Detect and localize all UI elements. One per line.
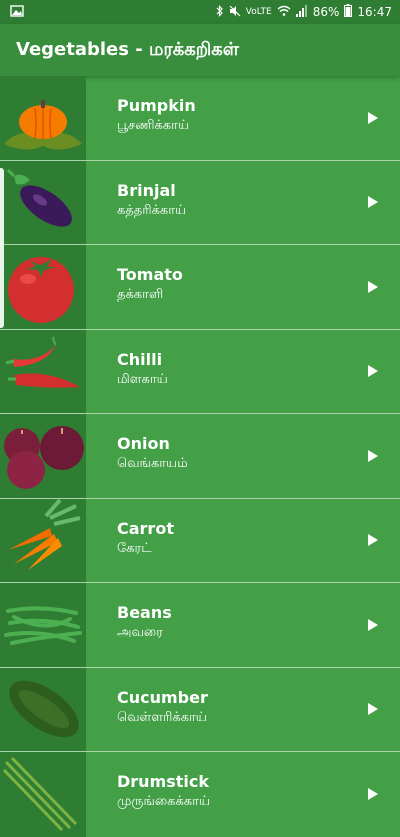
cucumber-image bbox=[0, 667, 86, 751]
list-item-brinjal[interactable]: Brinjal கத்தரிக்காய் bbox=[0, 160, 400, 245]
clock: 16:47 bbox=[357, 5, 392, 19]
image-icon bbox=[10, 4, 24, 20]
item-name-en: Onion bbox=[117, 434, 170, 453]
mute-icon bbox=[229, 5, 241, 20]
brinjal-image bbox=[0, 160, 86, 244]
onion-image bbox=[0, 414, 86, 498]
item-name-en: Cucumber bbox=[117, 687, 208, 707]
volte-icon: VoLTE bbox=[245, 6, 272, 17]
play-arrow-icon[interactable] bbox=[368, 449, 378, 462]
status-bar: VoLTE 86% 16:47 bbox=[0, 0, 400, 24]
item-name-ta: வெங்காயம் bbox=[117, 456, 188, 471]
scrollbar[interactable] bbox=[0, 168, 4, 328]
item-name-ta: பூசணிக்காய் bbox=[117, 118, 190, 133]
play-arrow-icon[interactable] bbox=[368, 365, 378, 378]
item-name-ta: தக்காளி bbox=[117, 287, 164, 302]
chilli-image bbox=[0, 329, 86, 413]
list-item-drumstick[interactable]: Drumstick முருங்கைக்காய் bbox=[0, 752, 400, 837]
battery-icon bbox=[344, 4, 353, 20]
pumpkin-image bbox=[0, 76, 86, 160]
item-name-en: Brinjal bbox=[117, 180, 176, 200]
drumstick-image bbox=[0, 752, 86, 837]
signal-icon bbox=[295, 4, 308, 20]
item-name-ta: கத்தரிக்காய் bbox=[117, 202, 187, 218]
play-arrow-icon[interactable] bbox=[368, 534, 378, 547]
item-name-ta: அவரை bbox=[117, 625, 163, 640]
list-item-onion[interactable]: Onion வெங்காயம் bbox=[0, 414, 400, 499]
item-name-en: Beans bbox=[117, 603, 172, 622]
list-item-beans[interactable]: Beans அவரை bbox=[0, 583, 400, 668]
item-name-en: Tomato bbox=[117, 265, 183, 284]
play-arrow-icon[interactable] bbox=[368, 111, 378, 124]
item-name-en: Drumstick bbox=[117, 772, 210, 791]
beans-image bbox=[0, 583, 86, 667]
list-item-carrot[interactable]: Carrot கேரட் bbox=[0, 498, 400, 583]
list-item-cucumber[interactable]: Cucumber வெள்ளரிக்காய் bbox=[0, 667, 400, 752]
bluetooth-icon bbox=[216, 4, 224, 20]
page-title: Vegetables - மரக்கறிகள் bbox=[16, 38, 240, 60]
list-item-pumpkin[interactable]: Pumpkin பூசணிக்காய் bbox=[0, 76, 400, 161]
tomato-image bbox=[0, 245, 86, 329]
item-name-en: Chilli bbox=[117, 349, 163, 369]
carrot-image bbox=[0, 498, 86, 582]
battery-percent: 86% bbox=[312, 5, 340, 19]
play-arrow-icon[interactable] bbox=[368, 280, 378, 293]
list-item-tomato[interactable]: Tomato தக்காளி bbox=[0, 245, 400, 330]
app-bar: Vegetables - மரக்கறிகள் bbox=[0, 24, 400, 76]
play-arrow-icon[interactable] bbox=[368, 788, 378, 801]
play-arrow-icon[interactable] bbox=[368, 703, 378, 716]
vegetable-list[interactable]: Pumpkin பூசணிக்காய் Brinjal கத்தரிக்காய் bbox=[0, 76, 400, 837]
item-name-ta: வெள்ளரிக்காய் bbox=[117, 709, 207, 725]
wifi-icon bbox=[277, 5, 291, 19]
item-name-ta: கேரட் bbox=[117, 540, 152, 556]
play-arrow-icon[interactable] bbox=[368, 618, 378, 631]
item-name-ta: முருங்கைக்காய் bbox=[117, 794, 211, 809]
item-name-en: Pumpkin bbox=[117, 96, 196, 115]
item-name-ta: மிளகாய் bbox=[117, 371, 168, 387]
list-item-chilli[interactable]: Chilli மிளகாய் bbox=[0, 329, 400, 414]
play-arrow-icon[interactable] bbox=[368, 196, 378, 209]
item-name-en: Carrot bbox=[117, 518, 174, 538]
